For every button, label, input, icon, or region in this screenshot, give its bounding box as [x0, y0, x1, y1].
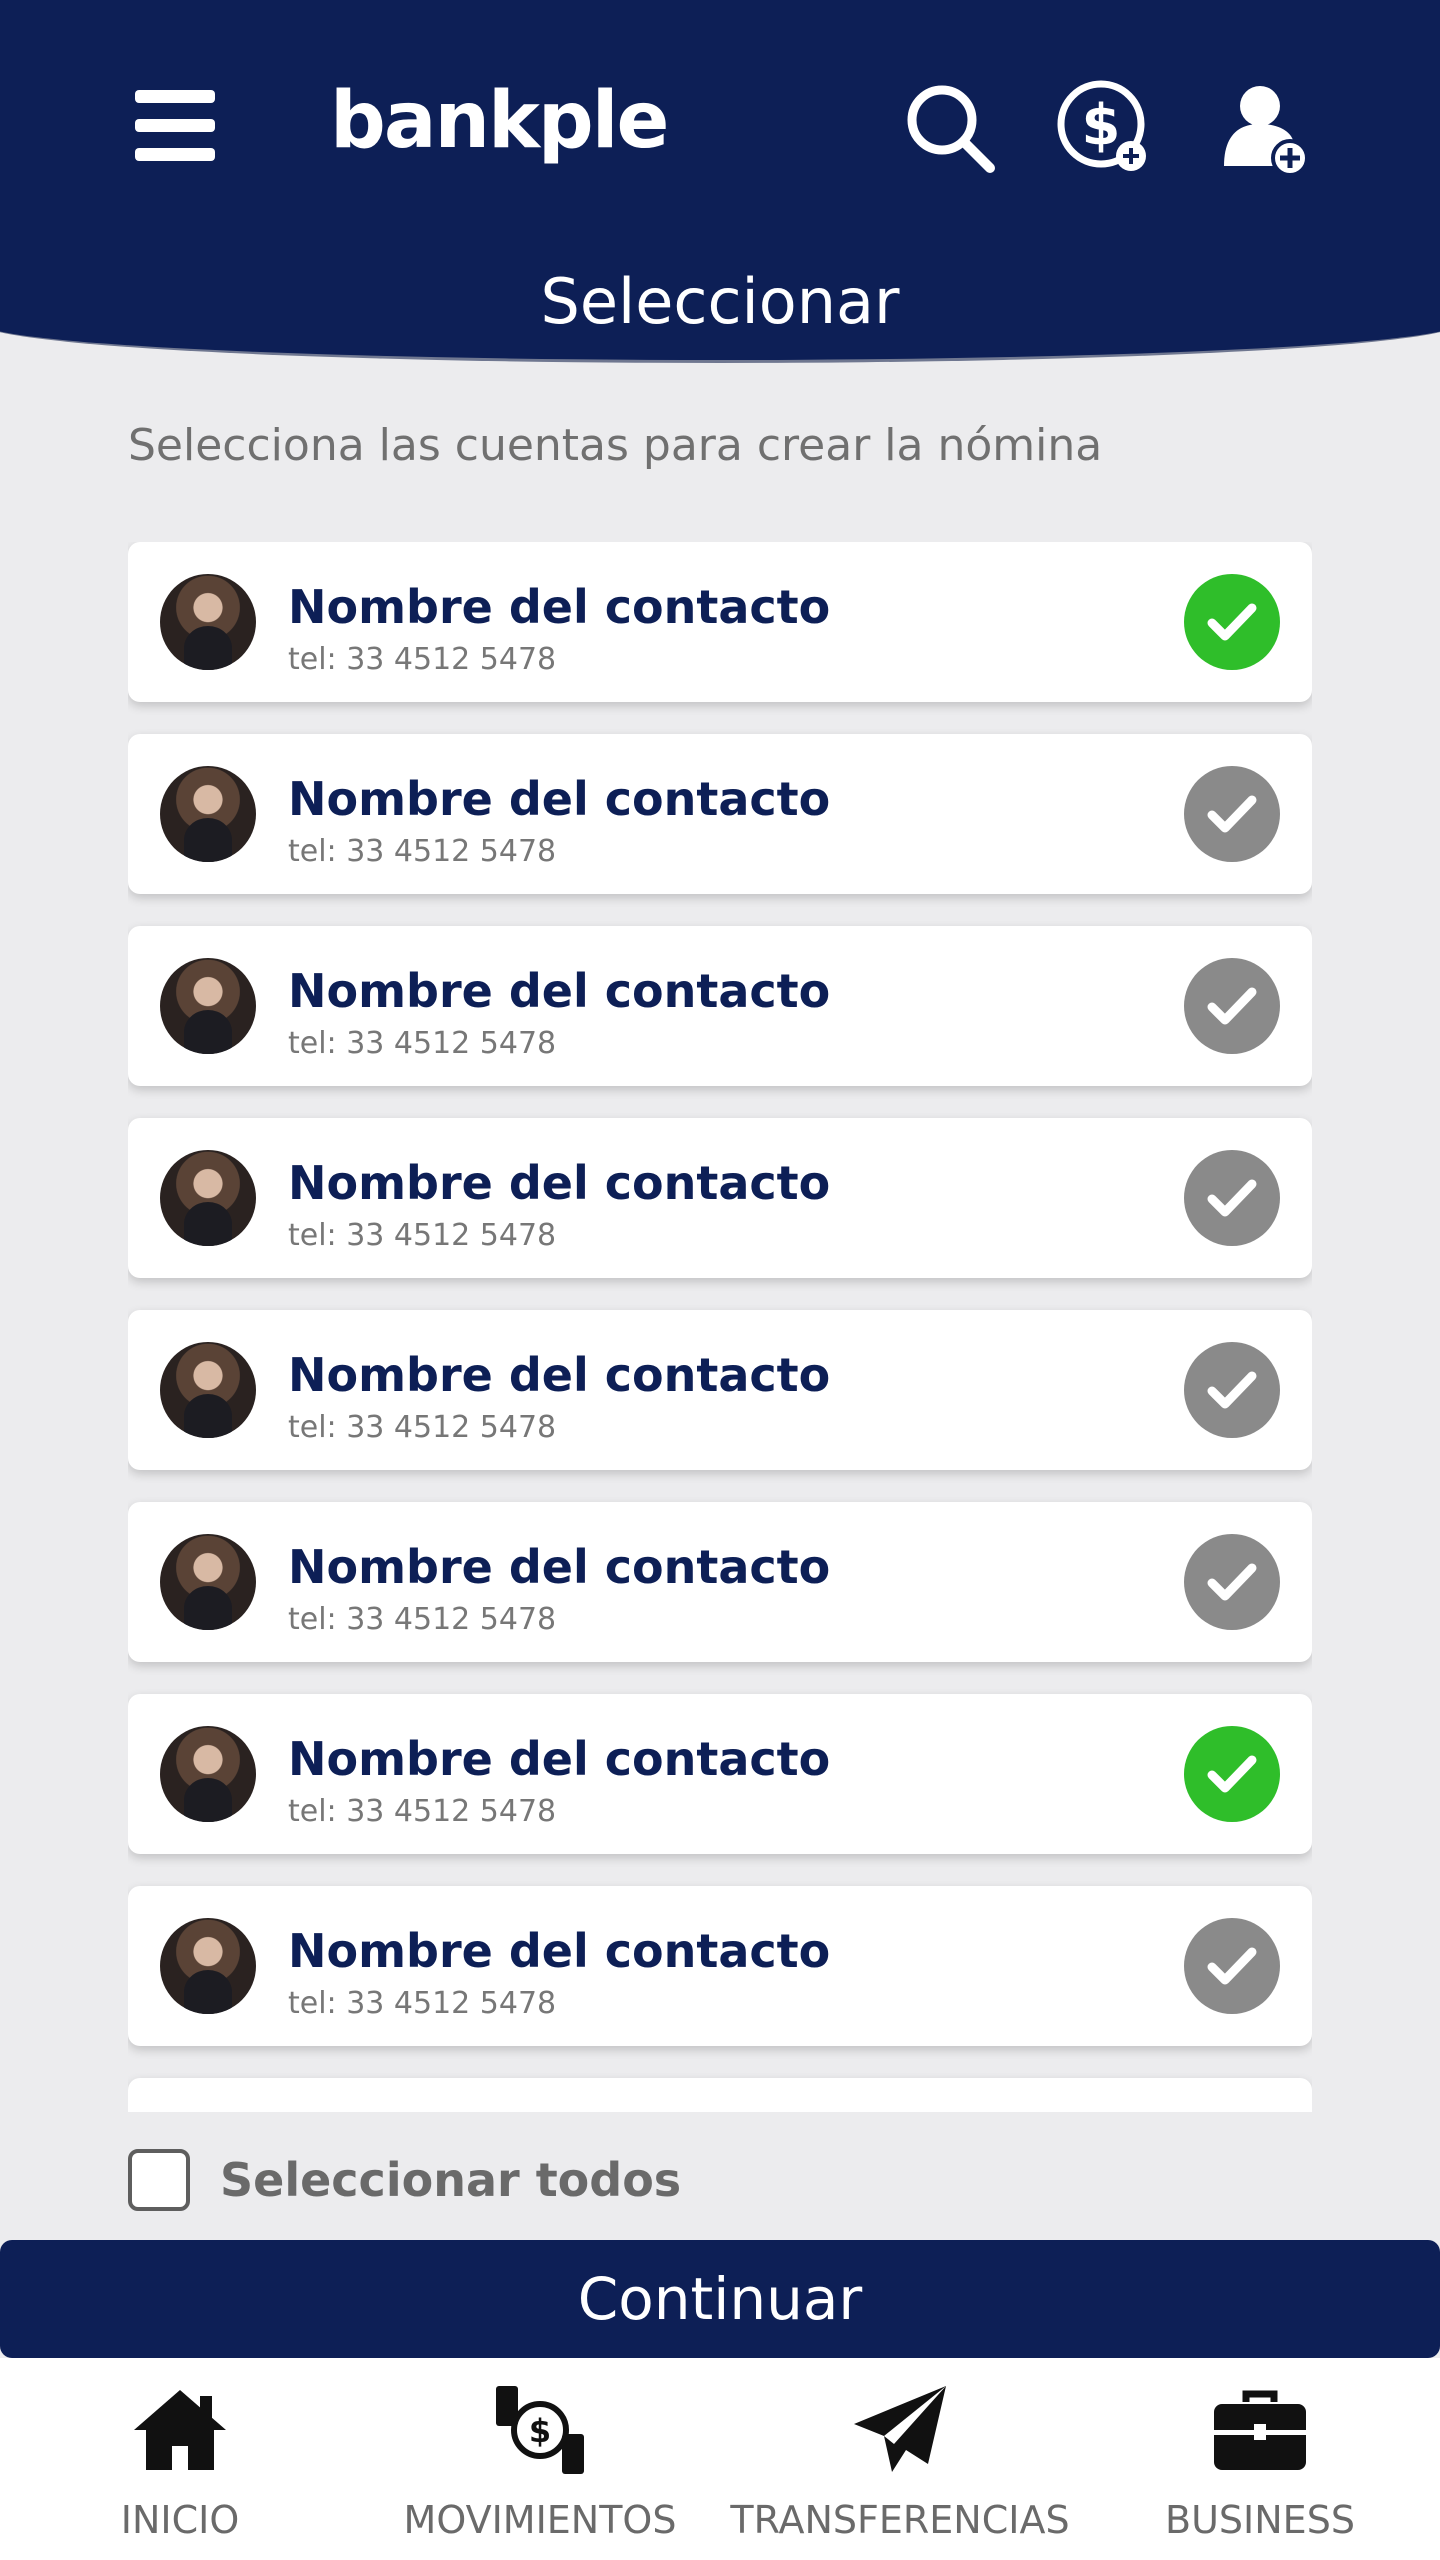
contact-card-partial[interactable]	[128, 2078, 1312, 2112]
nav-label: INICIO	[120, 2498, 240, 2542]
check-icon[interactable]	[1184, 1534, 1280, 1630]
svg-text:$: $	[529, 2412, 551, 2450]
contact-name: Nombre del contacto	[288, 1924, 831, 1978]
paper-plane-icon	[850, 2380, 950, 2480]
select-all-label: Seleccionar todos	[220, 2153, 682, 2207]
bottom-nav: INICIO $ MOVIMIENTOS TRANSFERENCIAS BUSI…	[0, 2358, 1440, 2560]
nav-inicio[interactable]: INICIO	[0, 2358, 360, 2560]
contact-phone: tel: 33 4512 5478	[288, 1410, 557, 1445]
contact-card[interactable]: Nombre del contacto tel: 33 4512 5478	[128, 1310, 1312, 1470]
check-icon[interactable]	[1184, 574, 1280, 670]
contact-phone: tel: 33 4512 5478	[288, 1794, 557, 1829]
page-subtitle: Selecciona las cuentas para crear la nóm…	[128, 420, 1103, 471]
nav-label: TRANSFERENCIAS	[730, 2498, 1070, 2542]
contact-card[interactable]: Nombre del contacto tel: 33 4512 5478	[128, 1886, 1312, 2046]
search-icon[interactable]	[900, 78, 1000, 178]
app-logo: bankple	[330, 76, 669, 166]
money-exchange-icon: $	[490, 2380, 590, 2480]
avatar	[160, 1342, 256, 1438]
contact-name: Nombre del contacto	[288, 1732, 831, 1786]
contact-phone: tel: 33 4512 5478	[288, 1986, 557, 2021]
contact-phone: tel: 33 4512 5478	[288, 1602, 557, 1637]
contact-phone: tel: 33 4512 5478	[288, 642, 557, 677]
avatar	[160, 1150, 256, 1246]
contact-card[interactable]: Nombre del contacto tel: 33 4512 5478	[128, 1502, 1312, 1662]
nav-transferencias[interactable]: TRANSFERENCIAS	[720, 2358, 1080, 2560]
avatar	[160, 766, 256, 862]
check-icon[interactable]	[1184, 1150, 1280, 1246]
continue-button[interactable]: Continuar	[0, 2240, 1440, 2358]
check-icon[interactable]	[1184, 1726, 1280, 1822]
nav-business[interactable]: BUSINESS	[1080, 2358, 1440, 2560]
contact-phone: tel: 33 4512 5478	[288, 1218, 557, 1253]
contact-list[interactable]: Nombre del contacto tel: 33 4512 5478 No…	[128, 542, 1312, 2112]
home-icon	[130, 2380, 230, 2480]
avatar	[160, 574, 256, 670]
select-all-checkbox[interactable]	[128, 2149, 190, 2211]
contact-card[interactable]: Nombre del contacto tel: 33 4512 5478	[128, 734, 1312, 894]
contact-name: Nombre del contacto	[288, 772, 831, 826]
contact-phone: tel: 33 4512 5478	[288, 1026, 557, 1061]
check-icon[interactable]	[1184, 766, 1280, 862]
avatar	[160, 1918, 256, 2014]
contact-phone: tel: 33 4512 5478	[288, 834, 557, 869]
contact-name: Nombre del contacto	[288, 580, 831, 634]
contact-card[interactable]: Nombre del contacto tel: 33 4512 5478	[128, 1118, 1312, 1278]
add-money-icon[interactable]: $	[1055, 78, 1155, 178]
svg-text:$: $	[1082, 93, 1121, 158]
avatar	[160, 958, 256, 1054]
nav-label: BUSINESS	[1165, 2498, 1355, 2542]
contact-name: Nombre del contacto	[288, 1156, 831, 1210]
check-icon[interactable]	[1184, 1342, 1280, 1438]
contact-card[interactable]: Nombre del contacto tel: 33 4512 5478	[128, 1694, 1312, 1854]
nav-movimientos[interactable]: $ MOVIMIENTOS	[360, 2358, 720, 2560]
contact-name: Nombre del contacto	[288, 1540, 831, 1594]
avatar	[160, 1726, 256, 1822]
contact-name: Nombre del contacto	[288, 964, 831, 1018]
add-user-icon[interactable]	[1218, 78, 1318, 178]
contact-card[interactable]: Nombre del contacto tel: 33 4512 5478	[128, 542, 1312, 702]
check-icon[interactable]	[1184, 1918, 1280, 2014]
contact-name: Nombre del contacto	[288, 1348, 831, 1402]
nav-label: MOVIMIENTOS	[403, 2498, 677, 2542]
select-all-row[interactable]: Seleccionar todos	[128, 2145, 681, 2215]
page-title: Seleccionar	[540, 265, 900, 338]
briefcase-icon	[1210, 2380, 1310, 2480]
check-icon[interactable]	[1184, 958, 1280, 1054]
menu-icon[interactable]	[135, 90, 215, 162]
contact-card[interactable]: Nombre del contacto tel: 33 4512 5478	[128, 926, 1312, 1086]
avatar	[160, 1534, 256, 1630]
